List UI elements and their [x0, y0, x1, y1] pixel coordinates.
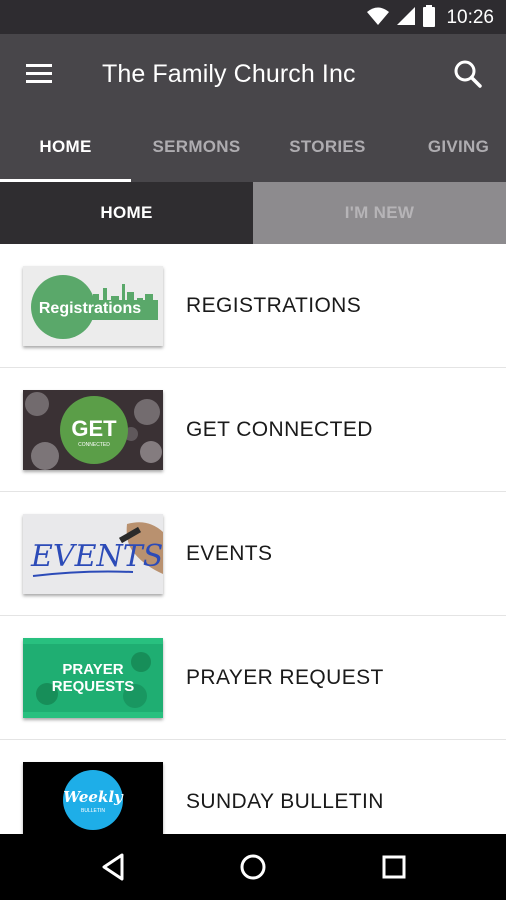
get-connected-thumb-subtext: CONNECTED: [78, 442, 110, 448]
prayer-thumb-text: PRAYER: [62, 661, 123, 678]
hamburger-menu-icon[interactable]: [22, 58, 58, 90]
search-icon[interactable]: [450, 56, 486, 92]
content-list: Registrations REGISTRATIONS GET CONNECTE…: [0, 244, 506, 834]
get-connected-thumbnail: GET CONNECTED: [23, 390, 163, 470]
list-item-sunday-bulletin[interactable]: Weekly BULLETIN SUNDAY BULLETIN: [0, 740, 506, 834]
list-item-label: GET CONNECTED: [186, 418, 373, 441]
subtab-home[interactable]: HOME: [0, 182, 253, 244]
prayer-thumb-text-2: REQUESTS: [52, 678, 135, 695]
subtab-im-new[interactable]: I'M NEW: [253, 182, 506, 244]
list-item-label: SUNDAY BULLETIN: [186, 790, 384, 813]
bulletin-thumb-subtext: BULLETIN: [81, 808, 105, 814]
status-bar: 10:26: [0, 0, 506, 34]
app-title: The Family Church Inc: [102, 60, 356, 88]
registrations-thumb-text: Registrations: [39, 300, 141, 317]
wifi-icon: [366, 6, 390, 31]
tab-stories[interactable]: STORIES: [262, 120, 393, 182]
get-connected-thumb-text: GET: [71, 416, 117, 441]
system-nav-bar: [0, 834, 506, 900]
list-item-registrations[interactable]: Registrations REGISTRATIONS: [0, 244, 506, 368]
list-item-prayer-request[interactable]: PRAYER REQUESTS PRAYER REQUEST: [0, 616, 506, 740]
status-time: 10:26: [446, 7, 494, 28]
tab-sermons[interactable]: SERMONS: [131, 120, 262, 182]
app-bar: The Family Church Inc HOME SERMONS STORI…: [0, 34, 506, 182]
registrations-thumbnail: Registrations: [23, 266, 163, 346]
tab-giving[interactable]: GIVING: [393, 120, 506, 182]
prayer-request-thumbnail: PRAYER REQUESTS: [23, 638, 163, 718]
battery-icon: [422, 4, 436, 32]
tab-bar: HOME SERMONS STORIES GIVING: [0, 120, 506, 182]
tab-home[interactable]: HOME: [0, 120, 131, 182]
home-icon[interactable]: [233, 847, 273, 887]
list-item-label: EVENTS: [186, 542, 273, 565]
subtab-bar: HOME I'M NEW: [0, 182, 506, 244]
list-item-get-connected[interactable]: GET CONNECTED GET CONNECTED: [0, 368, 506, 492]
back-icon[interactable]: [94, 847, 134, 887]
bulletin-thumb-text: Weekly: [63, 788, 124, 806]
list-item-label: PRAYER REQUEST: [186, 666, 384, 689]
events-thumb-text: EVENTS: [30, 539, 163, 574]
recents-icon[interactable]: [374, 847, 414, 887]
sunday-bulletin-thumbnail: Weekly BULLETIN: [23, 762, 163, 834]
status-icons: 10:26: [366, 4, 494, 32]
list-item-label: REGISTRATIONS: [186, 294, 362, 317]
events-thumbnail: EVENTS: [23, 514, 163, 594]
list-item-events[interactable]: EVENTS EVENTS: [0, 492, 506, 616]
cell-signal-icon: [396, 6, 416, 31]
